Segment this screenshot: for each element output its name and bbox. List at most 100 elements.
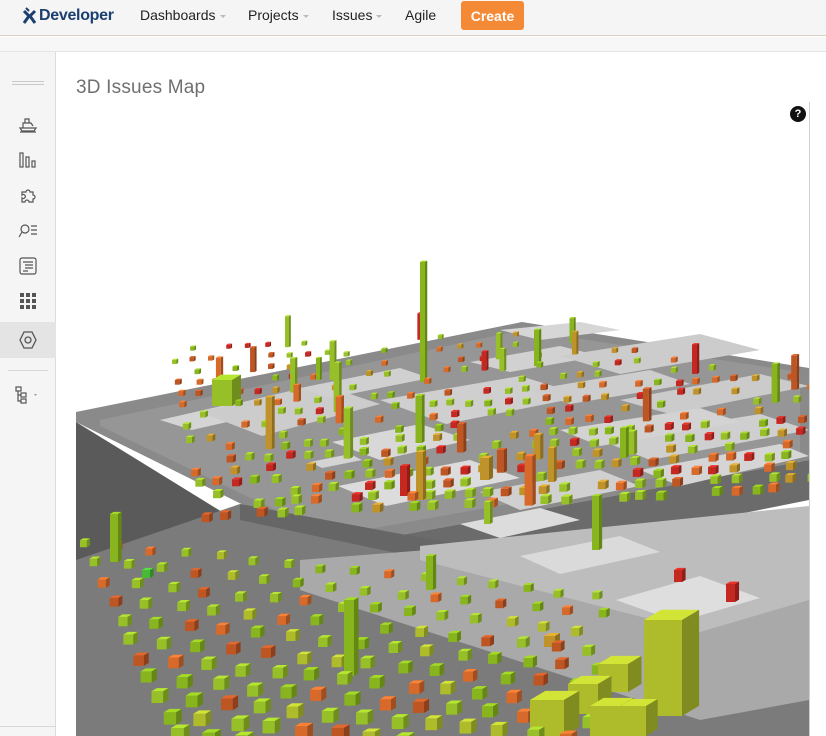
- issue-cube[interactable]: [241, 420, 250, 428]
- issue-cube[interactable]: [569, 437, 580, 446]
- issue-cube[interactable]: [471, 686, 488, 700]
- issue-cube[interactable]: [359, 586, 371, 596]
- issue-cube[interactable]: [444, 388, 453, 396]
- issue-cube[interactable]: [670, 366, 679, 373]
- issue-cube[interactable]: [614, 359, 622, 366]
- issue-cube[interactable]: [274, 496, 286, 507]
- issue-cube[interactable]: [123, 558, 135, 569]
- issue-cube[interactable]: [559, 372, 568, 380]
- issue-cube[interactable]: [635, 380, 643, 387]
- issue-cube[interactable]: [343, 406, 354, 459]
- issue-cube[interactable]: [655, 490, 668, 501]
- issue-cube[interactable]: [260, 645, 276, 658]
- issue-cube[interactable]: [674, 567, 686, 582]
- issue-cube[interactable]: [594, 459, 605, 469]
- issue-cube[interactable]: [648, 457, 659, 467]
- issue-cube[interactable]: [178, 389, 186, 397]
- issue-cube[interactable]: [235, 399, 243, 407]
- issue-cube[interactable]: [620, 426, 629, 458]
- issue-cube[interactable]: [268, 352, 275, 358]
- issue-cube[interactable]: [492, 440, 502, 449]
- issue-cube[interactable]: [294, 505, 306, 516]
- issue-cube[interactable]: [731, 473, 743, 484]
- issue-cube[interactable]: [518, 375, 526, 382]
- issue-cube[interactable]: [536, 361, 544, 368]
- issue-cube[interactable]: [632, 467, 644, 477]
- issue-cube[interactable]: [572, 447, 583, 457]
- issue-cube[interactable]: [481, 703, 499, 718]
- issue-cube[interactable]: [664, 422, 674, 430]
- issue-cube[interactable]: [185, 692, 203, 708]
- issue-cube[interactable]: [395, 433, 405, 442]
- issue-cube[interactable]: [458, 648, 472, 661]
- issue-cube[interactable]: [262, 717, 281, 734]
- issue-cube[interactable]: [440, 680, 456, 695]
- issue-cube[interactable]: [174, 378, 182, 385]
- issue-cube[interactable]: [434, 423, 444, 432]
- issue-cube[interactable]: [782, 439, 793, 449]
- issue-cube[interactable]: [797, 415, 808, 424]
- issue-cube[interactable]: [412, 698, 430, 713]
- issue-cube[interactable]: [425, 715, 443, 731]
- issue-cube[interactable]: [549, 427, 559, 436]
- issue-cube[interactable]: [512, 341, 519, 348]
- issue-cube[interactable]: [424, 377, 432, 384]
- issue-cube[interactable]: [226, 343, 233, 349]
- issue-cube[interactable]: [316, 356, 322, 380]
- issue-cube[interactable]: [375, 415, 384, 423]
- issue-cube[interactable]: [355, 709, 374, 725]
- issue-cube[interactable]: [426, 554, 437, 590]
- issue-cube[interactable]: [760, 427, 770, 437]
- issue-cube[interactable]: [194, 368, 202, 375]
- issue-cube[interactable]: [720, 431, 731, 440]
- issue-cube[interactable]: [597, 479, 609, 490]
- issue-cube[interactable]: [181, 547, 192, 557]
- issue-cube[interactable]: [540, 494, 552, 504]
- issue-cube[interactable]: [430, 592, 442, 603]
- issue-cube[interactable]: [325, 470, 336, 480]
- issue-cube[interactable]: [407, 491, 419, 501]
- issue-cube[interactable]: [487, 651, 502, 664]
- issue-cube[interactable]: [297, 418, 306, 426]
- issue-cube[interactable]: [443, 478, 454, 488]
- issue-cube[interactable]: [343, 351, 350, 357]
- issue-cube[interactable]: [604, 426, 614, 435]
- issue-cube[interactable]: [272, 374, 280, 381]
- issue-cube[interactable]: [156, 562, 168, 572]
- issue-cube[interactable]: [465, 399, 474, 407]
- issue-cube[interactable]: [189, 355, 196, 362]
- issue-cube[interactable]: [533, 672, 549, 686]
- issue-cube[interactable]: [254, 387, 262, 395]
- issue-cube[interactable]: [325, 582, 337, 593]
- issue-cube[interactable]: [299, 594, 312, 606]
- issue-cube[interactable]: [677, 387, 686, 395]
- issue-cube[interactable]: [297, 651, 312, 665]
- issue-cube[interactable]: [286, 629, 300, 642]
- issue-cube[interactable]: [199, 410, 208, 418]
- issue-cube[interactable]: [516, 636, 530, 648]
- issue-cube[interactable]: [598, 607, 610, 618]
- issue-cube[interactable]: [753, 397, 762, 405]
- issue-cube[interactable]: [277, 613, 290, 625]
- issue-cube[interactable]: [291, 494, 303, 504]
- issue-cube[interactable]: [754, 406, 764, 415]
- issue-cube[interactable]: [226, 454, 236, 463]
- issue-cube[interactable]: [387, 391, 395, 398]
- issue-cube[interactable]: [344, 691, 361, 706]
- issue-cube[interactable]: [459, 718, 477, 734]
- issue-cube[interactable]: [397, 590, 409, 600]
- issue-cube[interactable]: [359, 436, 369, 445]
- issue-cube[interactable]: [664, 433, 675, 442]
- issue-cube[interactable]: [208, 355, 215, 361]
- issue-cube[interactable]: [197, 587, 210, 598]
- issue-cube[interactable]: [482, 487, 494, 497]
- issue-cube[interactable]: [731, 387, 740, 395]
- issue-cube[interactable]: [604, 415, 613, 424]
- issue-cube[interactable]: [532, 601, 544, 612]
- issue-cube[interactable]: [247, 682, 264, 697]
- issue-cube[interactable]: [400, 464, 411, 496]
- issue-cube[interactable]: [505, 408, 515, 416]
- issue-cube[interactable]: [675, 379, 684, 387]
- issue-cube[interactable]: [776, 415, 786, 424]
- issue-cube[interactable]: [424, 479, 436, 489]
